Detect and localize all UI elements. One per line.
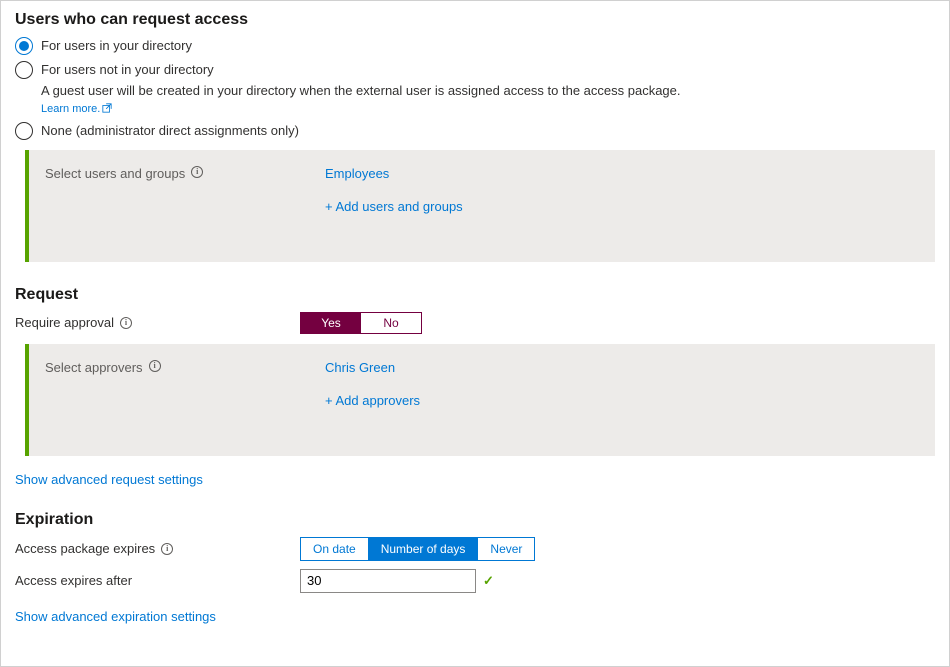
radio-icon	[15, 37, 33, 55]
request-heading: Request	[15, 286, 935, 304]
toggle-yes[interactable]: Yes	[301, 313, 361, 333]
expiration-heading: Expiration	[15, 511, 935, 529]
segment-never[interactable]: Never	[478, 538, 534, 560]
require-approval-label: Require approval i	[15, 315, 300, 330]
expires-segment-group: On date Number of days Never	[300, 537, 535, 561]
checkmark-icon: ✓	[483, 573, 494, 589]
external-link-icon	[102, 103, 112, 116]
info-icon[interactable]: i	[120, 317, 132, 329]
segment-number-of-days[interactable]: Number of days	[369, 538, 479, 560]
expires-after-input[interactable]	[307, 573, 483, 588]
info-icon[interactable]: i	[191, 166, 203, 178]
selected-approver[interactable]: Chris Green	[325, 360, 420, 375]
radio-label: For users not in your directory	[41, 61, 214, 79]
require-approval-toggle: Yes No	[300, 312, 422, 334]
expires-after-input-wrap: ✓	[300, 569, 476, 593]
radio-users-in-directory[interactable]: For users in your directory	[15, 37, 935, 55]
access-expires-after-label: Access expires after	[15, 573, 300, 588]
option-description: A guest user will be created in your dir…	[41, 83, 935, 98]
radio-users-not-in-directory[interactable]: For users not in your directory	[15, 61, 935, 79]
selected-group[interactable]: Employees	[325, 166, 463, 181]
radio-none[interactable]: None (administrator direct assignments o…	[15, 122, 935, 140]
select-users-panel: Select users and groups i Employees + Ad…	[25, 150, 935, 262]
panel-label: Select users and groups i	[45, 166, 325, 214]
panel-label: Select approvers i	[45, 360, 325, 408]
info-icon[interactable]: i	[161, 543, 173, 555]
info-icon[interactable]: i	[149, 360, 161, 372]
add-approvers-button[interactable]: + Add approvers	[325, 393, 420, 408]
add-users-groups-button[interactable]: + Add users and groups	[325, 199, 463, 214]
learn-more-link[interactable]: Learn more.	[41, 103, 112, 116]
toggle-no[interactable]: No	[361, 313, 421, 333]
radio-icon	[15, 122, 33, 140]
users-heading: Users who can request access	[15, 11, 935, 29]
radio-label: For users in your directory	[41, 37, 192, 55]
advanced-expiration-settings-link[interactable]: Show advanced expiration settings	[15, 609, 216, 624]
radio-label: None (administrator direct assignments o…	[41, 122, 299, 140]
segment-on-date[interactable]: On date	[301, 538, 369, 560]
radio-icon	[15, 61, 33, 79]
select-approvers-panel: Select approvers i Chris Green + Add app…	[25, 344, 935, 456]
advanced-request-settings-link[interactable]: Show advanced request settings	[15, 472, 203, 487]
package-expires-label: Access package expires i	[15, 541, 300, 556]
